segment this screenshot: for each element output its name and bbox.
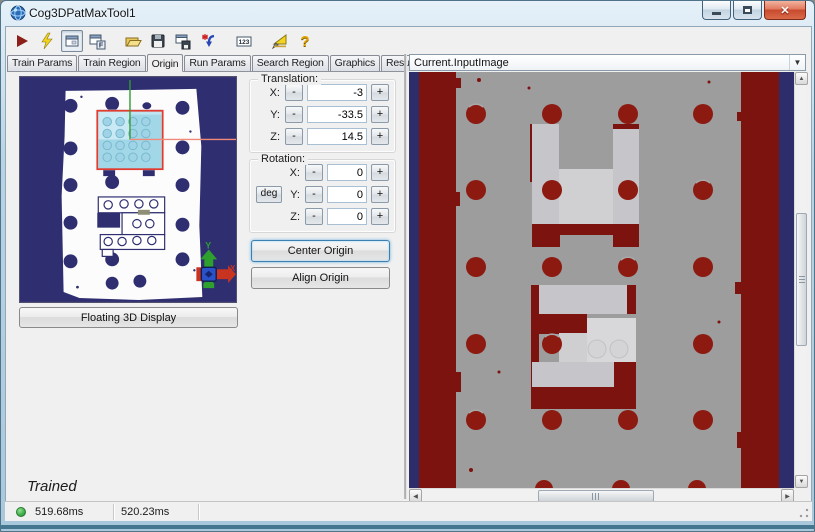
- align-origin-button[interactable]: Align Origin: [251, 267, 390, 289]
- rotation-y-field[interactable]: [327, 186, 367, 203]
- rotation-x-plus-button[interactable]: +: [371, 164, 389, 181]
- center-origin-button[interactable]: Center Origin: [251, 240, 390, 262]
- tab-train-params[interactable]: Train Params: [7, 55, 78, 71]
- open-button[interactable]: [122, 30, 144, 52]
- translation-y-minus-button[interactable]: -: [285, 106, 303, 123]
- float-display-button[interactable]: F: [86, 30, 108, 52]
- tab-origin[interactable]: Origin: [146, 54, 184, 72]
- translation-z-plus-button[interactable]: +: [371, 128, 389, 145]
- run-button[interactable]: [11, 30, 33, 52]
- minimize-button[interactable]: [702, 1, 731, 20]
- translation-label: Translation:: [258, 73, 322, 85]
- measure-button[interactable]: [269, 30, 291, 52]
- train-status-label: Trained: [27, 478, 77, 495]
- status-bar: 519.68ms 520.23ms: [5, 501, 812, 521]
- rotation-x-field[interactable]: [327, 164, 367, 181]
- deg-button[interactable]: deg: [256, 186, 282, 203]
- total-time-value: 520.23ms: [121, 506, 170, 518]
- record-select-combobox[interactable]: Current.InputImage ▼: [409, 54, 806, 71]
- save-button[interactable]: [147, 30, 169, 52]
- rotation-label: Rotation:: [258, 153, 309, 165]
- translation-z-minus-button[interactable]: -: [285, 128, 303, 145]
- rotation-y-minus-button[interactable]: -: [305, 186, 323, 203]
- run-icon: [17, 35, 28, 47]
- translation-y-plus-button[interactable]: +: [371, 106, 389, 123]
- tab-train-region[interactable]: Train Region: [78, 55, 146, 71]
- help-button[interactable]: ?: [294, 30, 316, 52]
- scroll-down-button[interactable]: ▼: [795, 475, 808, 488]
- window-floppy-icon: [175, 34, 191, 50]
- ruler-icon: [271, 34, 287, 50]
- title-bar[interactable]: Cog3DPatMaxTool1 ✕: [1, 1, 814, 26]
- svg-text:F: F: [99, 43, 104, 50]
- rotation-z-label: Z:: [290, 210, 300, 223]
- maximize-icon: [743, 6, 752, 14]
- close-icon: ✕: [780, 4, 790, 17]
- chevron-down-icon[interactable]: ▼: [789, 55, 805, 70]
- rotation-z-minus-button[interactable]: -: [305, 208, 323, 225]
- help-icon: ?: [300, 32, 310, 50]
- save-image-button[interactable]: [172, 30, 194, 52]
- scroll-up-button[interactable]: ▲: [795, 72, 808, 85]
- vertical-scrollbar[interactable]: ▲ ▼: [794, 72, 808, 488]
- toolbar: F 123 ?: [7, 28, 810, 54]
- window-bottom-border: [1, 525, 814, 529]
- lightning-icon: [41, 32, 53, 50]
- tab-graphics[interactable]: Graphics: [329, 55, 381, 71]
- input-image-viewport[interactable]: [409, 72, 794, 488]
- translation-x-label: X:: [269, 86, 280, 99]
- open-folder-icon: [125, 37, 142, 47]
- record-combo-value: Current.InputImage: [414, 56, 509, 69]
- show-image-display-button[interactable]: [61, 30, 83, 52]
- rotation-group: Rotation: X: - + deg Y: - + Z: - +: [249, 153, 396, 233]
- minimize-icon: [712, 11, 721, 15]
- curved-arrow-icon: [202, 34, 215, 47]
- floppy-icon: [151, 34, 165, 48]
- pixel-values-button[interactable]: 123: [233, 30, 255, 52]
- window-title: Cog3DPatMaxTool1: [29, 6, 136, 20]
- float-window-icon: F: [89, 34, 106, 50]
- tab-run-params[interactable]: Run Params: [184, 55, 251, 71]
- resize-grip[interactable]: [798, 507, 810, 519]
- rotation-z-field[interactable]: [327, 208, 367, 225]
- app-icon: [10, 5, 26, 21]
- rotation-y-label: Y:: [290, 188, 300, 201]
- svg-text:123: 123: [239, 39, 250, 46]
- add-record-button[interactable]: [197, 30, 219, 52]
- translation-x-minus-button[interactable]: -: [285, 84, 303, 101]
- pixel-grid-icon: 123: [236, 36, 252, 47]
- maximize-button[interactable]: [733, 1, 762, 20]
- svg-text:X: X: [230, 264, 236, 273]
- app-window: Cog3DPatMaxTool1 ✕ F 123 ? Train Params …: [0, 0, 815, 532]
- translation-group: Translation: X: - + Y: - + Z: - +: [249, 73, 396, 153]
- vertical-scroll-thumb[interactable]: [796, 213, 807, 346]
- run-time-value: 519.68ms: [35, 506, 84, 518]
- rotation-y-plus-button[interactable]: +: [371, 186, 389, 203]
- origin-3d-viewport[interactable]: Y X: [19, 76, 237, 303]
- rotation-z-plus-button[interactable]: +: [371, 208, 389, 225]
- tab-strip: Train Params Train Region Origin Run Par…: [7, 54, 425, 72]
- brick-assembly: [97, 196, 166, 257]
- floating-3d-display-button[interactable]: Floating 3D Display: [19, 307, 238, 328]
- translation-x-field[interactable]: [307, 84, 367, 101]
- translation-z-field[interactable]: [307, 128, 367, 145]
- translation-y-label: Y:: [270, 108, 280, 121]
- status-ok-icon: [16, 507, 26, 517]
- electrode-button[interactable]: [36, 30, 58, 52]
- horizontal-scrollbar[interactable]: ◀ ▶: [409, 488, 794, 503]
- translation-z-label: Z:: [270, 130, 280, 143]
- display-window-icon: [65, 35, 79, 47]
- translation-y-field[interactable]: [307, 106, 367, 123]
- close-button[interactable]: ✕: [764, 1, 806, 20]
- rotation-x-label: X:: [289, 166, 300, 179]
- translation-x-plus-button[interactable]: +: [371, 84, 389, 101]
- panel-divider: [404, 54, 407, 499]
- tab-search-region[interactable]: Search Region: [251, 55, 329, 71]
- rotation-x-minus-button[interactable]: -: [305, 164, 323, 181]
- svg-text:Y: Y: [205, 240, 211, 250]
